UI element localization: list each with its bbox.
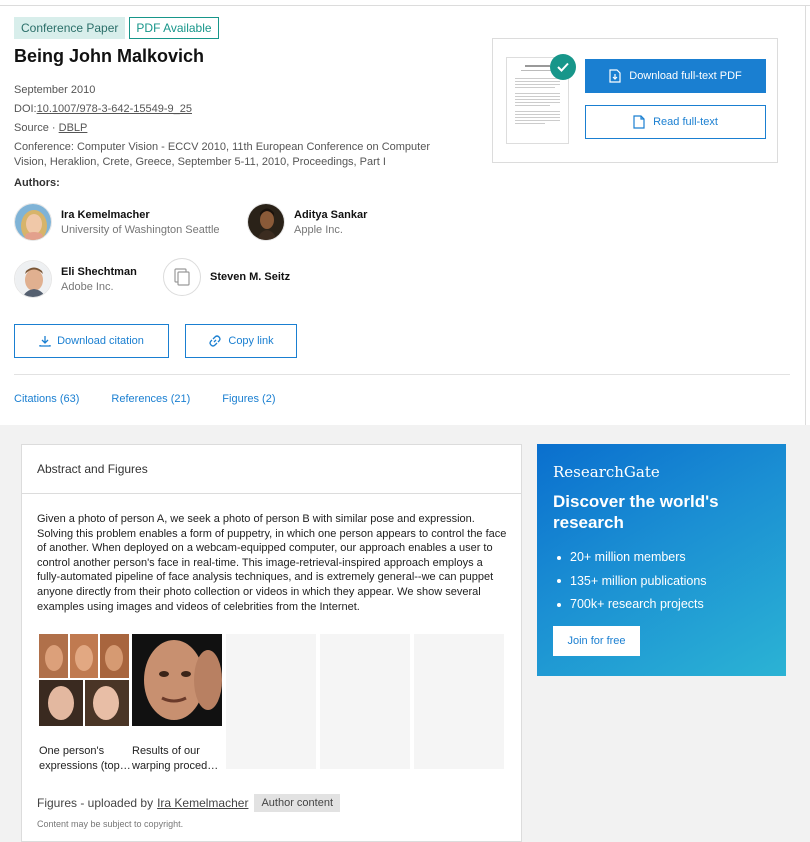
publication-type-badge: Conference Paper: [14, 17, 126, 39]
author-name: Ira Kemelmacher: [61, 208, 150, 221]
figures-upload-info: Figures - uploaded by Ira Kemelmacher Au…: [37, 794, 341, 812]
figure-thumbnail[interactable]: [132, 634, 222, 726]
author-affiliation: University of Washington Seattle: [61, 223, 220, 236]
publication-badges: Conference Paper PDF Available: [14, 17, 219, 39]
abstract-heading: Abstract and Figures: [22, 445, 521, 494]
download-citation-label: Download citation: [57, 335, 144, 347]
author-name: Aditya Sankar: [294, 208, 368, 221]
author-content-tag: Author content: [254, 794, 341, 812]
doi-line: DOI:10.1007/978-3-642-15549-9_25: [14, 102, 192, 117]
copyright-note: Content may be subject to copyright.: [37, 819, 184, 829]
promo-stat-item: 20+ million members: [553, 546, 707, 570]
figure-caption-line1: One person's: [39, 745, 105, 757]
publication-title: Being John Malkovich: [14, 46, 205, 66]
doi-link[interactable]: 10.1007/978-3-642-15549-9_25: [37, 103, 192, 115]
researchgate-logo: ResearchGate: [553, 463, 660, 481]
author-item-aditya-sankar[interactable]: Aditya Sankar Apple Inc.: [247, 203, 367, 241]
figure-item[interactable]: One person's expressions (top…: [39, 634, 132, 773]
figure-thumbnail[interactable]: [39, 634, 129, 726]
figure-caption: Results of our warping proced…: [132, 744, 225, 773]
author-item-steven-seitz[interactable]: Steven M. Seitz: [163, 258, 290, 296]
tab-references[interactable]: References (21): [111, 393, 190, 405]
download-pdf-button[interactable]: Download full-text PDF: [585, 59, 766, 93]
tab-citations[interactable]: Citations (63): [14, 393, 79, 405]
figure-item[interactable]: Results of our warping proced…: [132, 634, 222, 773]
figure-caption-line1: Results of our: [132, 745, 200, 757]
researchgate-promo: ResearchGate Discover the world's resear…: [537, 444, 786, 676]
promo-stats: 20+ million members 135+ million publica…: [553, 546, 707, 617]
copy-link-button[interactable]: Copy link: [185, 324, 297, 358]
check-icon: [550, 54, 576, 80]
document-icon: [633, 115, 645, 129]
full-text-panel: Download full-text PDF Read full-text: [492, 38, 778, 163]
author-affiliation: Apple Inc.: [294, 223, 343, 236]
abstract-card: Abstract and Figures Given a photo of pe…: [21, 444, 522, 842]
avatar: [14, 203, 52, 241]
promo-stat-item: 135+ million publications: [553, 570, 707, 594]
uploaded-prefix: Figures - uploaded by: [37, 796, 154, 810]
doi-label: DOI:: [14, 103, 37, 115]
figure-caption-line2: warping proced…: [132, 759, 219, 772]
publication-date: September 2010: [14, 84, 96, 96]
source-line: Source · DBLP: [14, 121, 87, 136]
section-divider: [14, 374, 790, 375]
source-link[interactable]: DBLP: [59, 122, 88, 134]
author-item-ira-kemelmacher[interactable]: Ira Kemelmacher University of Washington…: [14, 203, 220, 241]
author-name: Steven M. Seitz: [210, 271, 291, 283]
author-affiliation: Adobe Inc.: [61, 280, 114, 293]
promo-headline: Discover the world's research: [553, 492, 719, 532]
right-border: [805, 5, 806, 425]
conference-info: Conference: Computer Vision - ECCV 2010,…: [14, 141, 430, 168]
avatar: [14, 260, 52, 298]
read-full-text-button[interactable]: Read full-text: [585, 105, 766, 139]
source-label: Source ·: [14, 122, 59, 134]
author-name: Eli Shechtman: [61, 265, 137, 278]
figure-caption-line2: expressions (top…: [39, 759, 131, 772]
author-placeholder-icon: [163, 258, 201, 296]
read-full-text-label: Read full-text: [653, 116, 718, 128]
tab-figures[interactable]: Figures (2): [222, 393, 275, 405]
authors-heading: Authors:: [14, 177, 60, 189]
uploader-link[interactable]: Ira Kemelmacher: [157, 796, 248, 810]
pdf-available-badge: PDF Available: [129, 17, 219, 39]
promo-stat-item: 700k+ research projects: [553, 593, 707, 617]
figure-placeholder: [226, 634, 316, 769]
top-border: [0, 5, 810, 6]
abstract-text: Given a photo of person A, we seek a pho…: [37, 513, 507, 613]
figure-placeholder: [414, 634, 504, 769]
pdf-download-icon: [609, 69, 621, 83]
join-for-free-button[interactable]: Join for free: [553, 626, 640, 656]
figure-caption: One person's expressions (top…: [39, 744, 132, 773]
download-icon: [39, 336, 51, 347]
author-item-eli-shechtman[interactable]: Eli Shechtman Adobe Inc.: [14, 260, 137, 298]
download-citation-button[interactable]: Download citation: [14, 324, 169, 358]
link-icon: [209, 335, 222, 347]
download-pdf-label: Download full-text PDF: [629, 70, 742, 82]
publication-tabs: Citations (63) References (21) Figures (…: [14, 393, 275, 405]
figure-placeholder: [320, 634, 410, 769]
copy-link-label: Copy link: [228, 335, 274, 347]
avatar: [247, 203, 285, 241]
